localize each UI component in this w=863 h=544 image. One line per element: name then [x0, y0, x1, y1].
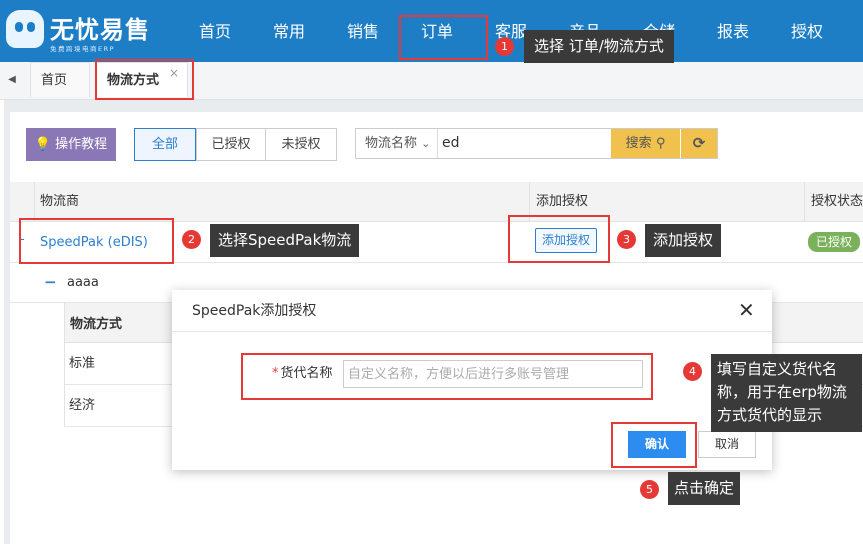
search-field-label: 物流名称: [365, 136, 418, 151]
nav-item-home[interactable]: 首页: [178, 14, 252, 50]
column-header-provider: 物流商: [40, 194, 80, 209]
tutorial-button[interactable]: 💡 操作教程: [26, 128, 116, 161]
search-field-select[interactable]: 物流名称 ⌄: [356, 129, 438, 158]
chevron-down-icon: ⌄: [421, 137, 431, 150]
sub-table-column-header: 物流方式: [70, 317, 123, 332]
filter-all-button[interactable]: 全部: [134, 128, 196, 161]
search-input[interactable]: ed: [442, 129, 460, 158]
step-badge: 1: [495, 37, 514, 56]
cancel-button[interactable]: 取消: [698, 431, 756, 458]
filter-unauthorized-button[interactable]: 未授权: [265, 128, 337, 161]
step-callout: 填写自定义货代名 称，用于在erp物流 方式货代的显示: [711, 354, 862, 432]
lightbulb-icon: 💡: [34, 137, 52, 152]
modal-title: SpeedPak添加授权: [192, 303, 317, 319]
nav-item-sales[interactable]: 销售: [326, 14, 400, 50]
filter-authorized-button[interactable]: 已授权: [196, 128, 266, 161]
highlight-box-input: [241, 353, 653, 400]
shipping-method-cell: 标准: [69, 356, 96, 371]
nav-item-common[interactable]: 常用: [252, 14, 326, 50]
column-header-auth-status: 授权状态: [811, 194, 863, 209]
highlight-box-orders: [399, 15, 488, 60]
logo-icon: [6, 10, 44, 48]
highlight-box-provider: [19, 218, 174, 264]
sub-table-border: [64, 303, 65, 427]
sub-account-name: aaaa: [67, 275, 99, 290]
step-callout: 选择 订单/物流方式: [524, 30, 674, 63]
step-badge: 2: [182, 230, 201, 249]
callout-line: 填写自定义货代名: [717, 360, 838, 378]
highlight-box-confirm: [611, 422, 697, 468]
refresh-button[interactable]: ⟳: [681, 129, 717, 158]
nav-item-reports[interactable]: 报表: [696, 14, 770, 50]
tab-home-label: 首页: [41, 73, 68, 88]
tutorial-label: 操作教程: [55, 137, 108, 152]
callout-line: 称，用于在erp物流: [717, 383, 847, 401]
app-name: 无忧易售: [50, 16, 150, 44]
collapse-icon[interactable]: −: [44, 263, 57, 303]
highlight-box-tab: [95, 59, 194, 100]
shipping-method-cell: 经济: [69, 398, 96, 413]
tab-scroll-left-icon[interactable]: ◀: [0, 62, 24, 98]
search-icon: ⚲: [655, 136, 666, 151]
step-badge: 4: [683, 362, 702, 381]
nav-item-authorization[interactable]: 授权: [770, 14, 844, 50]
close-icon[interactable]: ✕: [738, 300, 755, 320]
tab-home[interactable]: 首页: [30, 62, 90, 97]
table-header: [10, 182, 863, 222]
step-badge: 5: [640, 480, 659, 499]
search-button-label: 搜索: [625, 136, 652, 151]
step-callout: 选择SpeedPak物流: [210, 224, 360, 257]
highlight-box-add-auth: [508, 215, 610, 263]
step-badge: 3: [617, 230, 636, 249]
modal-divider: [172, 331, 772, 332]
step-callout: 添加授权: [645, 224, 722, 257]
status-badge: 已授权: [808, 232, 860, 252]
app-subtitle: 免费跨境电商ERP: [50, 45, 116, 53]
callout-line: 方式货代的显示: [717, 406, 823, 424]
step-callout: 点击确定: [668, 472, 741, 505]
search-button[interactable]: 搜索 ⚲: [611, 129, 680, 158]
refresh-icon: ⟳: [692, 134, 706, 152]
